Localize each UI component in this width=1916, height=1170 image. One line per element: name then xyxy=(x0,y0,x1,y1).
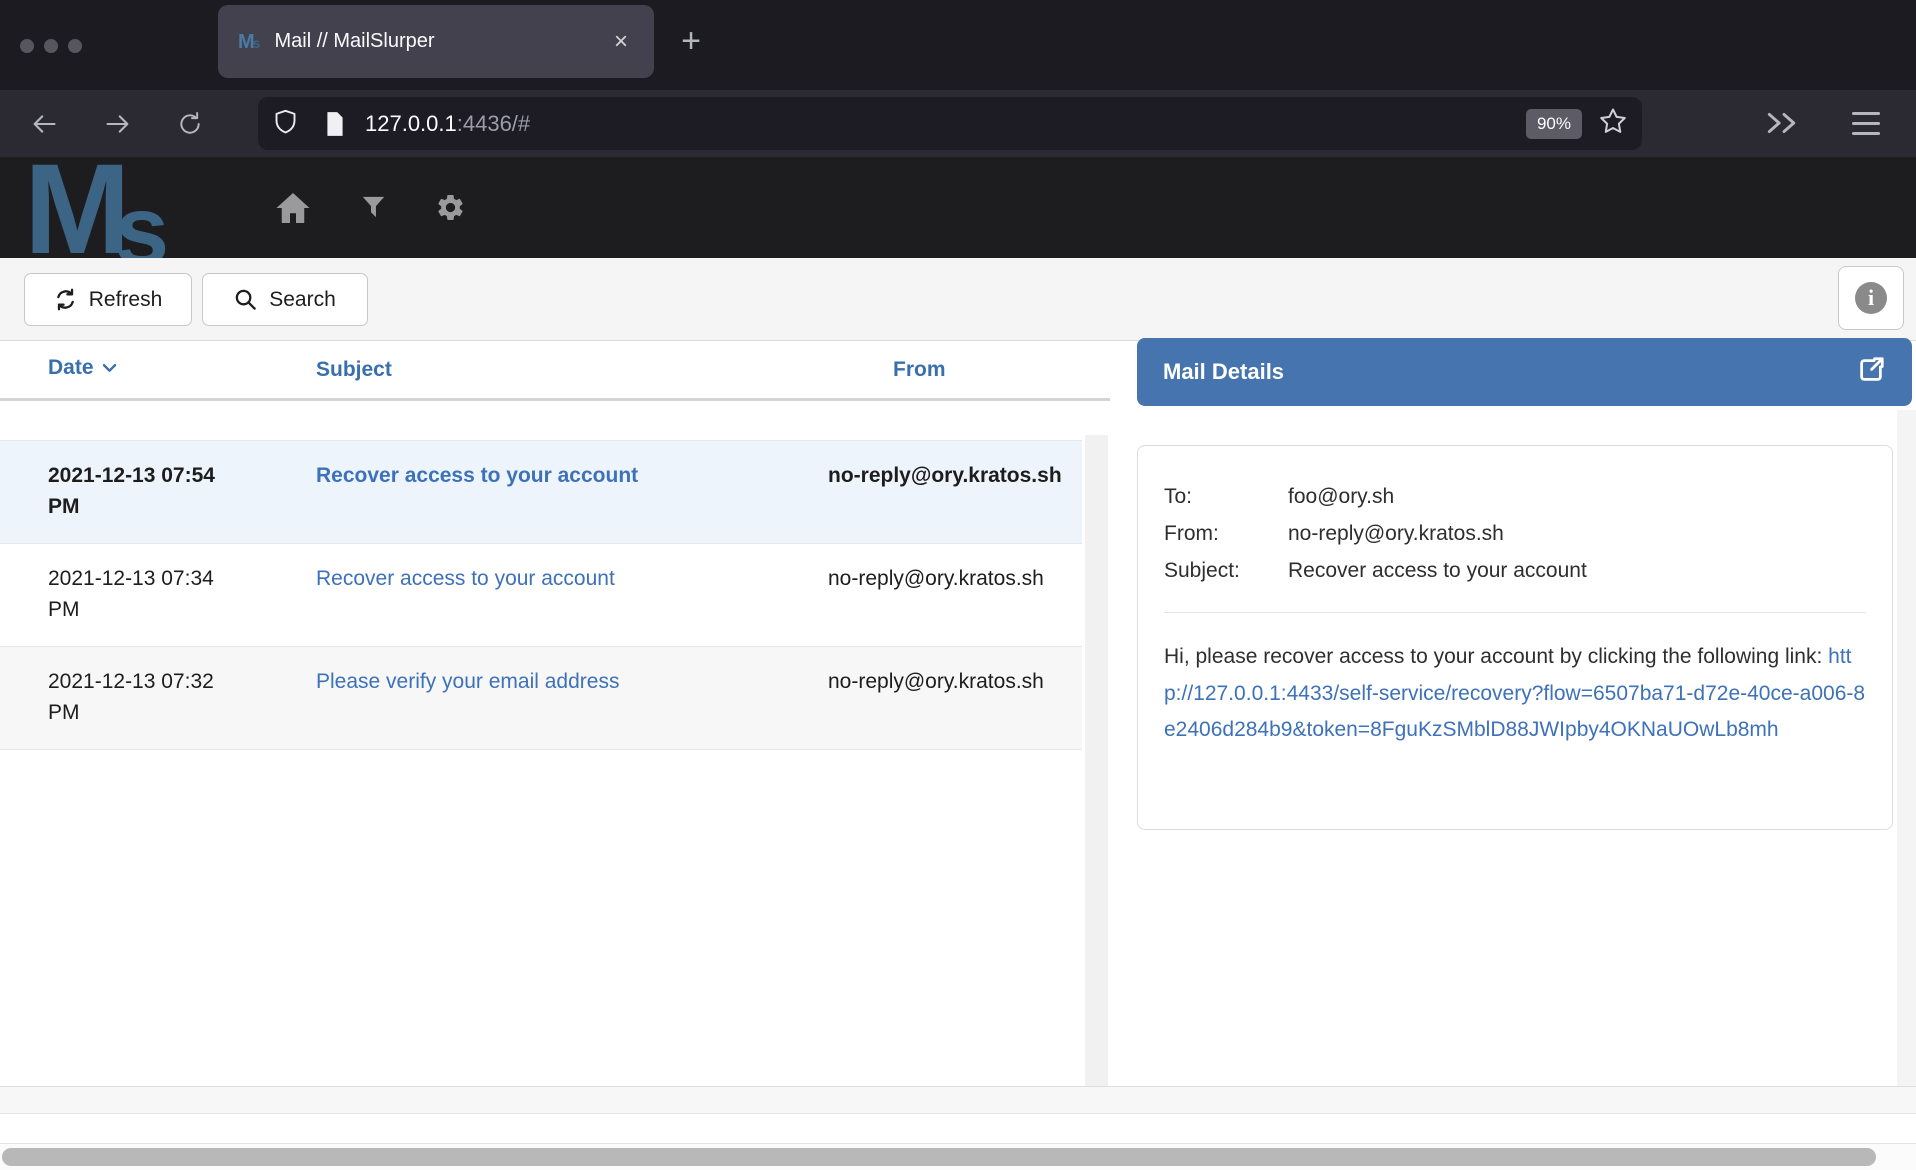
shield-icon[interactable] xyxy=(272,108,299,140)
mailslurper-logo[interactable]: M s xyxy=(24,163,169,258)
mailslurper-favicon-icon: Ms xyxy=(238,32,260,52)
mail-date: 2021-12-13 07:54 PM xyxy=(48,460,233,526)
url-port-path: :4436/# xyxy=(457,111,530,136)
divider xyxy=(1164,612,1866,613)
horizontal-scrollbar-thumb[interactable] xyxy=(2,1148,1876,1166)
info-button[interactable]: i xyxy=(1838,266,1904,330)
list-scrollbar-track[interactable] xyxy=(1085,435,1108,1086)
bookmark-star-icon[interactable] xyxy=(1598,106,1628,141)
mail-list-header: Date Subject From xyxy=(0,341,1110,401)
to-value: foo@ory.sh xyxy=(1288,478,1866,515)
horizontal-scrollbar[interactable] xyxy=(0,1143,1916,1170)
mail-from: no-reply@ory.kratos.sh xyxy=(828,563,1073,629)
mail-rows: 2021-12-13 07:54 PM Recover access to yo… xyxy=(0,440,1082,750)
to-label: To: xyxy=(1164,478,1288,515)
tab-close-icon[interactable]: × xyxy=(608,28,634,56)
mail-row[interactable]: 2021-12-13 07:34 PM Recover access to yo… xyxy=(0,544,1082,647)
refresh-label: Refresh xyxy=(89,288,163,312)
column-header-date[interactable]: Date xyxy=(48,356,316,383)
reload-icon[interactable] xyxy=(166,90,214,157)
zoom-level-badge[interactable]: 90% xyxy=(1526,109,1582,139)
gear-icon[interactable] xyxy=(420,157,480,258)
browser-tab[interactable]: Ms Mail // MailSlurper × xyxy=(218,5,654,78)
search-icon xyxy=(234,288,257,311)
info-icon: i xyxy=(1855,282,1887,314)
mail-date: 2021-12-13 07:32 PM xyxy=(48,666,233,732)
url-bar[interactable]: 127.0.0.1:4436/# 90% xyxy=(258,97,1642,150)
refresh-button[interactable]: Refresh xyxy=(24,273,192,326)
window-dot[interactable] xyxy=(20,39,34,53)
window-dot[interactable] xyxy=(68,39,82,53)
overflow-chevrons-icon[interactable] xyxy=(1762,108,1806,143)
mail-subject-link[interactable]: Recover access to your account xyxy=(316,567,615,590)
details-scrollbar-track[interactable] xyxy=(1897,410,1916,1086)
mail-details-card: To: foo@ory.sh From: no-reply@ory.kratos… xyxy=(1137,445,1893,830)
page-info-icon[interactable] xyxy=(323,111,347,137)
column-header-subject[interactable]: Subject xyxy=(316,358,828,382)
url-text[interactable]: 127.0.0.1:4436/# xyxy=(365,111,1526,137)
tab-title: Mail // MailSlurper xyxy=(274,30,608,53)
mail-date: 2021-12-13 07:34 PM xyxy=(48,563,233,629)
subject-label: Subject: xyxy=(1164,552,1288,589)
sort-desc-icon xyxy=(100,359,119,382)
home-icon[interactable] xyxy=(263,157,323,258)
from-value: no-reply@ory.kratos.sh xyxy=(1288,515,1866,552)
search-label: Search xyxy=(269,288,336,312)
mail-subject-link[interactable]: Please verify your email address xyxy=(316,670,619,693)
refresh-icon xyxy=(54,288,77,311)
open-external-icon[interactable] xyxy=(1856,355,1886,390)
browser-window: Ms Mail // MailSlurper × + 127.0.0.1:443… xyxy=(0,0,1916,1170)
window-controls[interactable] xyxy=(20,39,82,53)
mail-from: no-reply@ory.kratos.sh xyxy=(828,666,1073,732)
window-dot[interactable] xyxy=(44,39,58,53)
from-label: From: xyxy=(1164,515,1288,552)
search-button[interactable]: Search xyxy=(202,273,368,326)
mail-body: Hi, please recover access to your accoun… xyxy=(1164,639,1866,749)
mail-details-header: Mail Details xyxy=(1137,338,1912,406)
subject-value: Recover access to your account xyxy=(1288,552,1866,589)
mailslurper-nav: M s xyxy=(0,157,1916,258)
mail-details-title: Mail Details xyxy=(1163,359,1856,385)
mail-row[interactable]: 2021-12-13 07:32 PM Please verify your e… xyxy=(0,647,1082,750)
mail-list-pane: Date Subject From 2021-12-13 07:54 PM Re… xyxy=(0,341,1110,401)
browser-titlebar: Ms Mail // MailSlurper × + xyxy=(0,0,1916,90)
filter-icon[interactable] xyxy=(343,157,403,258)
app-toolbar: Refresh Search i xyxy=(0,258,1916,341)
mail-subject-link[interactable]: Recover access to your account xyxy=(316,464,638,487)
mail-from: no-reply@ory.kratos.sh xyxy=(828,460,1073,526)
new-tab-button[interactable]: + xyxy=(668,18,714,64)
column-header-from[interactable]: From xyxy=(828,358,1110,382)
bottom-strip xyxy=(0,1086,1916,1114)
browser-toolbar: 127.0.0.1:4436/# 90% xyxy=(0,90,1916,157)
mail-row[interactable]: 2021-12-13 07:54 PM Recover access to yo… xyxy=(0,441,1082,544)
menu-hamburger-icon[interactable] xyxy=(1852,112,1880,135)
